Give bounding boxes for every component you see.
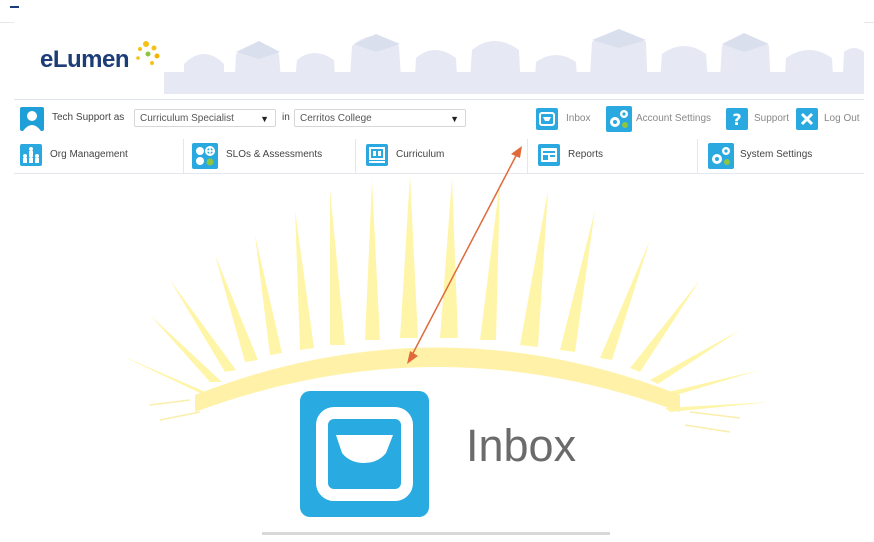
role-select[interactable]: Curriculum Specialist ▼: [134, 109, 276, 127]
inbox-icon[interactable]: [536, 108, 558, 130]
chevron-down-icon: ▼: [450, 114, 459, 124]
chevron-down-icon: ▼: [260, 114, 269, 124]
logout-link[interactable]: Log Out: [824, 113, 860, 124]
top-dash: [10, 6, 19, 8]
college-select[interactable]: Cerritos College ▼: [294, 109, 466, 127]
college-select-value: Cerritos College: [300, 113, 372, 124]
highlight-rays-image: [115, 175, 770, 433]
logo-sparkle-icon: [136, 41, 160, 65]
inbox-feature-label: Inbox: [466, 420, 577, 471]
impersonation-label: Tech Support as: [52, 112, 125, 123]
question-icon[interactable]: ?: [726, 108, 748, 130]
in-label: in: [282, 112, 290, 123]
svg-text:?: ?: [732, 110, 741, 129]
bottom-divider: [262, 532, 610, 535]
role-select-value: Curriculum Specialist: [140, 113, 234, 124]
account-settings-link[interactable]: Account Settings: [636, 113, 711, 124]
inbox-icon[interactable]: [300, 391, 429, 517]
header-banner: eLumen: [14, 22, 864, 98]
user-avatar: [20, 107, 44, 131]
inbox-link[interactable]: Inbox: [566, 113, 590, 124]
support-link[interactable]: Support: [754, 113, 789, 124]
gears-icon[interactable]: [606, 106, 632, 132]
close-icon[interactable]: [796, 108, 818, 130]
top-rule: [0, 0, 874, 23]
graduates-silhouette-image: [164, 29, 864, 94]
elumen-logo[interactable]: eLumen: [40, 46, 130, 74]
user-context-bar: Tech Support as Curriculum Specialist ▼ …: [14, 99, 864, 138]
